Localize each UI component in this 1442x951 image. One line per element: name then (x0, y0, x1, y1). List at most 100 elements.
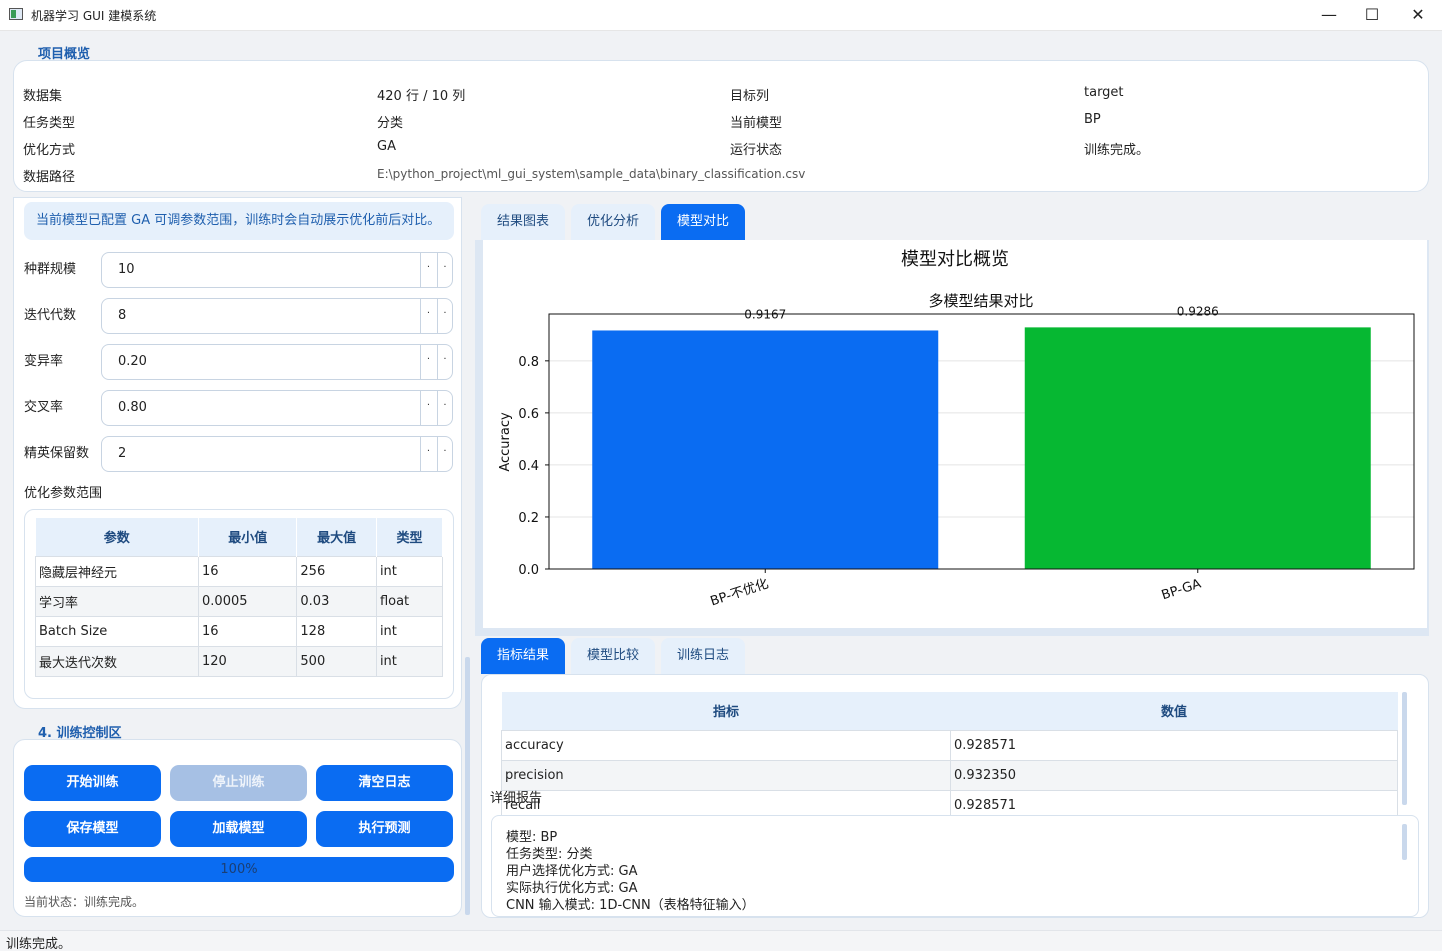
column-header[interactable]: 最大值 (296, 518, 377, 556)
spin-down-button[interactable]: · (421, 437, 436, 471)
chart-suptitle: 模型对比概览 (901, 249, 1009, 270)
report-title: 详细报告 (490, 791, 543, 806)
clear-log-button[interactable]: 清空日志 (316, 765, 453, 801)
table-cell[interactable]: 16 (198, 555, 298, 587)
report-line: CNN 输入模式: 1D-CNN（表格特征输入） (506, 898, 755, 913)
spin-down-button[interactable]: · (421, 391, 436, 425)
table-cell[interactable]: int (375, 615, 444, 647)
table-cell[interactable]: 120 (198, 645, 298, 677)
table-cell[interactable]: 最大迭代次数 (34, 645, 200, 677)
close-button[interactable]: ✕ (1395, 0, 1441, 31)
chart-frame: 模型对比概览 多模型结果对比 0.9167 0.9286 0.0 0.2 0.4 0.6… (475, 240, 1429, 636)
metrics-scrollbar[interactable] (1402, 692, 1407, 805)
column-header[interactable]: 参数 (35, 518, 200, 556)
column-header[interactable]: 最小值 (198, 518, 298, 556)
x-axis-ticks: BP-不优化 BP-GA (709, 569, 1203, 609)
metric-value[interactable]: 0.932350 (950, 759, 1398, 791)
generations-spinbox[interactable]: 8 · · (101, 298, 453, 334)
metric-value[interactable]: 0.928571 (950, 729, 1398, 761)
param-range-box: 参数 最小值 最大值 类型 隐藏层神经元 16 256 int 学习率 0.00… (24, 509, 454, 699)
status-bar-text: 训练完成。 (6, 937, 72, 951)
overview-key: 数据集 (23, 89, 63, 104)
data-path-value: E:\python_project\ml_gui_system\sample_d… (377, 167, 806, 181)
title-bar: 机器学习 GUI 建模系统 — ☐ ✕ (0, 0, 1442, 31)
mutation-spinbox[interactable]: 0.20 · · (101, 344, 453, 380)
tab-training-log[interactable]: 训练日志 (661, 638, 745, 674)
chart-canvas: 模型对比概览 多模型结果对比 0.9167 0.9286 0.0 0.2 0.4 0.6… (483, 240, 1427, 628)
table-cell[interactable]: Batch Size (34, 615, 200, 647)
column-header[interactable]: 指标 (501, 692, 951, 730)
column-header[interactable]: 数值 (950, 692, 1398, 730)
metrics-panel: 指标 数值 accuracy 0.928571 precision 0.9323… (481, 674, 1429, 918)
tab-model-comparison[interactable]: 模型对比 (661, 204, 745, 240)
spin-buttons: · · (420, 345, 452, 379)
metric-name[interactable]: accuracy (501, 729, 951, 761)
tab-model-compare[interactable]: 模型比较 (571, 638, 655, 674)
spin-up-button[interactable]: · (437, 253, 452, 287)
tab-result-charts[interactable]: 结果图表 (481, 204, 565, 240)
table-header-row: 指标 数值 (501, 692, 1398, 730)
table-cell[interactable]: 0.03 (296, 585, 377, 617)
table-cell[interactable]: int (375, 555, 444, 587)
report-scrollbar[interactable] (1402, 824, 1407, 860)
spin-up-button[interactable]: · (437, 437, 452, 471)
table-cell[interactable]: 0.0005 (198, 585, 298, 617)
table-cell[interactable]: float (375, 585, 444, 617)
start-training-button[interactable]: 开始训练 (24, 765, 161, 801)
metric-name[interactable]: precision (501, 759, 951, 791)
spin-value: 0.80 (118, 400, 147, 415)
param-label-population: 种群规模 (24, 262, 77, 277)
table-row: 隐藏层神经元 16 256 int (34, 555, 444, 587)
app-icon (9, 8, 23, 20)
spin-up-button[interactable]: · (437, 391, 452, 425)
predict-button[interactable]: 执行预测 (316, 811, 453, 847)
overview-key: 任务类型 (23, 116, 76, 131)
table-cell[interactable]: 隐藏层神经元 (34, 555, 200, 587)
table-cell[interactable]: 500 (296, 645, 377, 677)
spin-down-button[interactable]: · (421, 345, 436, 379)
spin-value: 2 (118, 446, 127, 461)
elite-spinbox[interactable]: 2 · · (101, 436, 453, 472)
chart-title: 多模型结果对比 (928, 292, 1033, 310)
spin-up-button[interactable]: · (437, 299, 452, 333)
table-cell[interactable]: 128 (296, 615, 377, 647)
minimize-button[interactable]: — (1306, 0, 1352, 31)
training-status-text: 当前状态：训练完成。 (24, 895, 145, 909)
save-model-button[interactable]: 保存模型 (24, 811, 161, 847)
y-tick-label: 0.2 (518, 511, 539, 526)
crossover-spinbox[interactable]: 0.80 · · (101, 390, 453, 426)
population-spinbox[interactable]: 10 · · (101, 252, 453, 288)
table-cell[interactable]: 16 (198, 615, 298, 647)
overview-key: 优化方式 (23, 143, 76, 158)
training-progress-bar: 100% (24, 857, 454, 882)
load-model-button[interactable]: 加载模型 (170, 811, 307, 847)
overview-value: target (1084, 85, 1124, 100)
spin-value: 8 (118, 308, 127, 323)
table-cell[interactable]: 256 (296, 555, 377, 587)
tab-optimization-analysis[interactable]: 优化分析 (571, 204, 655, 240)
column-header[interactable]: 类型 (376, 518, 444, 556)
spin-value: 0.20 (118, 354, 147, 369)
table-cell[interactable]: int (375, 645, 444, 677)
y-axis-label: Accuracy (498, 412, 513, 472)
overview-key: 运行状态 (730, 143, 783, 158)
param-label-mutation: 变异率 (24, 354, 64, 369)
y-tick-label: 0.8 (518, 355, 539, 370)
tab-metrics[interactable]: 指标结果 (481, 638, 565, 674)
overview-key: 目标列 (730, 89, 770, 104)
table-cell[interactable]: 学习率 (34, 585, 200, 617)
range-label: 优化参数范围 (24, 486, 103, 501)
spin-down-button[interactable]: · (421, 253, 436, 287)
spin-up-button[interactable]: · (437, 345, 452, 379)
ga-note: 当前模型已配置 GA 可调参数范围，训练时会自动展示优化前后对比。 (24, 202, 454, 240)
spin-buttons: · · (420, 391, 452, 425)
table-row: precision 0.932350 (501, 759, 1398, 791)
spin-down-button[interactable]: · (421, 299, 436, 333)
table-row: accuracy 0.928571 (501, 729, 1398, 761)
left-scrollbar[interactable] (465, 657, 470, 915)
maximize-button[interactable]: ☐ (1349, 0, 1395, 31)
table-row: 最大迭代次数 120 500 int (34, 645, 444, 677)
stop-training-button[interactable]: 停止训练 (170, 765, 307, 801)
detailed-report-box[interactable]: 模型: BP 任务类型: 分类 用户选择优化方式: GA 实际执行优化方式: G… (491, 815, 1419, 917)
overview-value: BP (1084, 112, 1101, 127)
